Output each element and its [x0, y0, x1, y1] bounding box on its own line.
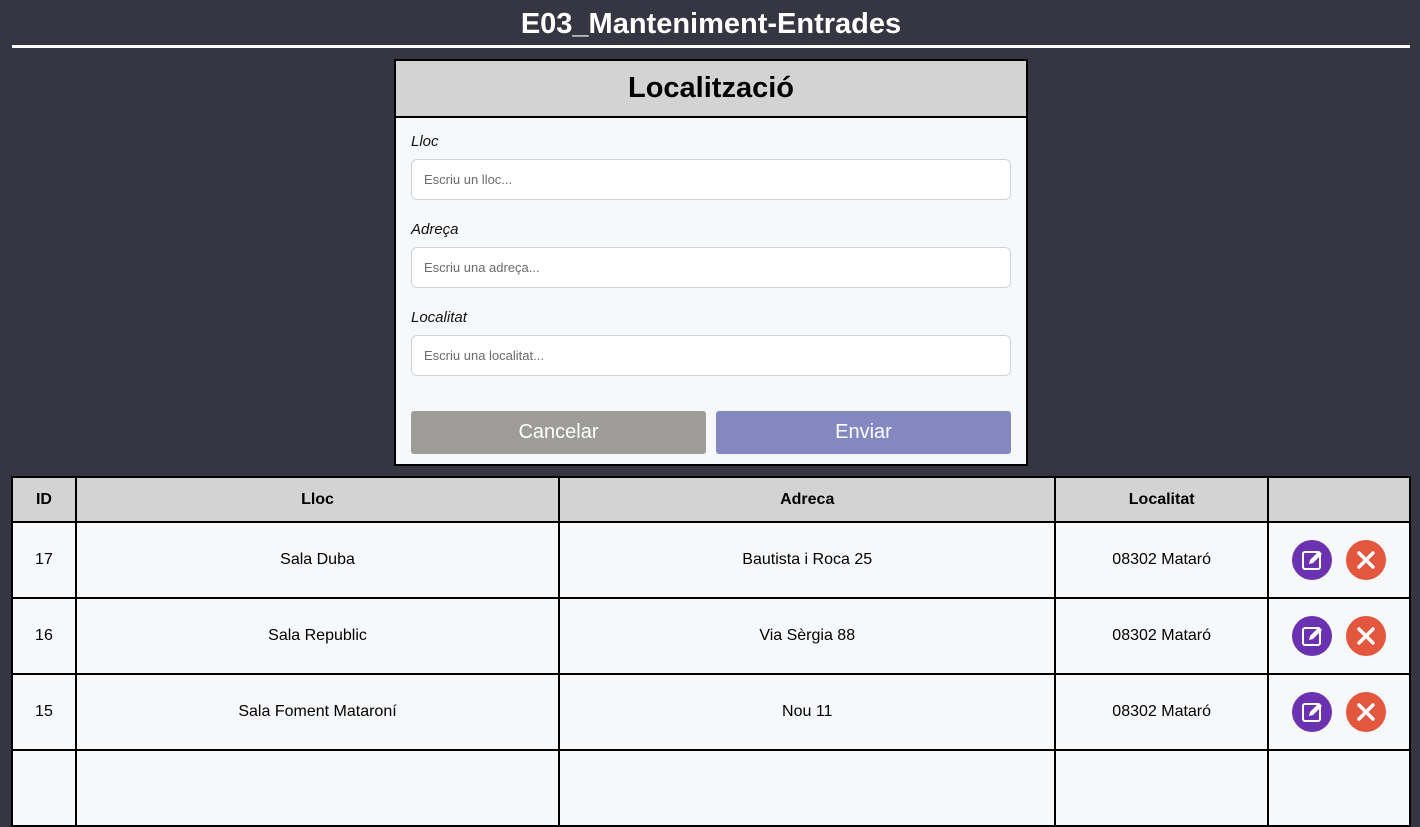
close-icon: [1357, 627, 1375, 645]
form-title: Localització: [396, 61, 1026, 118]
lloc-label: Lloc: [411, 133, 439, 150]
adreca-input[interactable]: [411, 247, 1011, 288]
table-row: 16 Sala Republic Via Sèrgia 88 08302 Mat…: [11, 597, 1411, 675]
cell-id: [11, 749, 77, 827]
locations-table: ID Lloc Adreca Localitat 17 Sala Duba Ba…: [11, 476, 1411, 827]
cancel-button[interactable]: Cancelar: [411, 411, 706, 454]
edit-button[interactable]: [1292, 692, 1333, 732]
location-form: Localització Lloc Adreça Localitat Cance…: [394, 59, 1028, 466]
edit-icon: [1302, 627, 1323, 646]
cell-actions: [1267, 597, 1411, 675]
cell-adreca: Nou 11: [558, 673, 1057, 751]
adreca-label: Adreça: [411, 221, 459, 238]
table-row: [11, 749, 1411, 827]
cell-lloc: Sala Republic: [74, 597, 561, 675]
cell-localitat: 08302 Mataró: [1054, 597, 1270, 675]
cell-lloc: Sala Foment Mataroní: [74, 673, 561, 751]
edit-button[interactable]: [1292, 540, 1333, 580]
cell-adreca: Via Sèrgia 88: [558, 597, 1057, 675]
table-row: 17 Sala Duba Bautista i Roca 25 08302 Ma…: [11, 521, 1411, 599]
column-header-adreca: Adreca: [558, 476, 1057, 523]
lloc-input[interactable]: [411, 159, 1011, 200]
page-header: E03_Manteniment-Entrades: [12, 0, 1410, 48]
table-header-row: ID Lloc Adreca Localitat: [11, 476, 1411, 523]
close-icon: [1357, 551, 1375, 569]
edit-icon: [1302, 703, 1323, 722]
send-button[interactable]: Enviar: [716, 411, 1011, 454]
edit-icon: [1302, 551, 1323, 570]
localitat-input[interactable]: [411, 335, 1011, 376]
cell-adreca: Bautista i Roca 25: [558, 521, 1057, 599]
delete-button[interactable]: [1346, 616, 1387, 656]
delete-button[interactable]: [1346, 692, 1387, 732]
column-header-id: ID: [11, 476, 77, 523]
cell-localitat: 08302 Mataró: [1054, 673, 1270, 751]
table-row: 15 Sala Foment Mataroní Nou 11 08302 Mat…: [11, 673, 1411, 751]
cell-localitat: 08302 Mataró: [1054, 521, 1270, 599]
cell-lloc: Sala Duba: [74, 521, 561, 599]
column-header-localitat: Localitat: [1054, 476, 1270, 523]
cell-localitat: [1054, 749, 1270, 827]
close-icon: [1357, 703, 1375, 721]
cell-actions: [1267, 749, 1411, 827]
cell-adreca: [558, 749, 1057, 827]
cell-actions: [1267, 521, 1411, 599]
localitat-label: Localitat: [411, 309, 467, 326]
cell-actions: [1267, 673, 1411, 751]
edit-button[interactable]: [1292, 616, 1333, 656]
cell-id: 16: [11, 597, 77, 675]
page-title: E03_Manteniment-Entrades: [520, 8, 902, 40]
cell-id: 17: [11, 521, 77, 599]
column-header-lloc: Lloc: [74, 476, 561, 523]
column-header-actions: [1267, 476, 1411, 523]
delete-button[interactable]: [1346, 540, 1387, 580]
cell-lloc: [74, 749, 561, 827]
cell-id: 15: [11, 673, 77, 751]
